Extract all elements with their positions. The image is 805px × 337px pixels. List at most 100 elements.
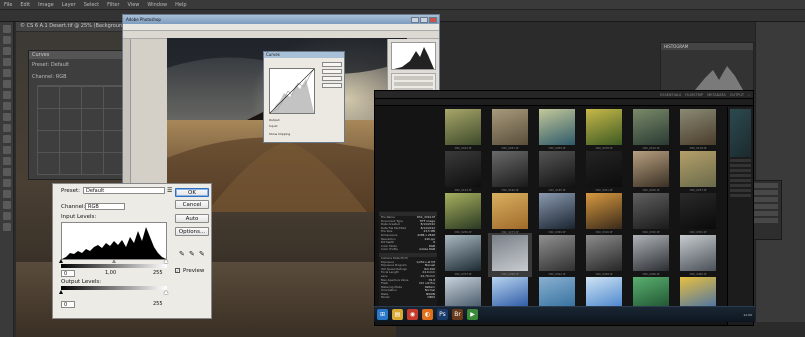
cs5-show-clipping[interactable]: Show Clipping	[269, 132, 290, 136]
gray-eyedropper-icon[interactable]: ✎	[189, 250, 195, 258]
thumbnail[interactable]: DSC_0201.tif	[582, 149, 626, 193]
media-icon[interactable]: ▶	[467, 309, 478, 320]
black-eyedropper-icon[interactable]: ✎	[179, 250, 185, 258]
cs5-curves-options-button[interactable]	[322, 83, 342, 88]
menu-edit[interactable]: Edit	[20, 2, 30, 8]
thumbnail[interactable]: DSC_0373.tif	[441, 233, 485, 277]
menu-select[interactable]: Select	[84, 2, 99, 8]
pen-tool-icon[interactable]	[2, 168, 11, 176]
chrome-icon[interactable]: ◉	[407, 309, 418, 320]
dodge-tool-icon[interactable]	[2, 157, 11, 165]
quick-select-tool-icon[interactable]	[2, 58, 11, 66]
keyword-row[interactable]	[730, 189, 751, 192]
keyword-row[interactable]	[730, 164, 751, 167]
menu-file[interactable]: File	[4, 2, 12, 8]
input-mid-field[interactable]: 1,00	[103, 270, 123, 277]
thumbnail[interactable]: DSC_0446.tif	[629, 233, 673, 277]
thumbnail[interactable]: DSC_0390.tif	[488, 233, 532, 277]
input-white-field[interactable]: 255	[151, 270, 167, 277]
shape-tool-icon[interactable]	[2, 201, 11, 209]
workspace-essentials[interactable]: ESSENTIALS	[660, 93, 681, 97]
menu-filter[interactable]: Filter	[107, 2, 119, 8]
thumbnail[interactable]: DSC_0332.tif	[629, 191, 673, 235]
menu-layer[interactable]: Layer	[62, 2, 76, 8]
gradient-tool-icon[interactable]	[2, 146, 11, 154]
search-icon[interactable]: ⌕	[748, 93, 750, 97]
keyword-row[interactable]	[730, 169, 751, 172]
adjustment-item[interactable]	[394, 76, 433, 80]
levels-options-button[interactable]: Options...	[175, 227, 209, 236]
output-white-slider[interactable]	[164, 290, 168, 294]
preset-options-icon[interactable]: ☰	[167, 187, 172, 194]
stamp-tool-icon[interactable]	[2, 113, 11, 121]
keyword-row[interactable]	[730, 174, 751, 177]
photoshop-icon[interactable]: Ps	[437, 309, 448, 320]
folder-icon[interactable]: ▤	[392, 309, 403, 320]
thumbnail[interactable]: DSC_0078.tif	[582, 107, 626, 151]
output-black-slider[interactable]	[59, 290, 63, 294]
thumbnail[interactable]: DSC_0259.tif	[441, 191, 485, 235]
thumbnail[interactable]: DSC_0012.tif	[441, 107, 485, 151]
eraser-tool-icon[interactable]	[2, 135, 11, 143]
bridge-icon[interactable]: Br	[452, 309, 463, 320]
levels-auto-button[interactable]: Auto	[175, 214, 209, 223]
thumbnail[interactable]: DSC_0160.tif	[488, 149, 532, 193]
input-gray-slider[interactable]	[112, 259, 116, 263]
cs6-preset-value[interactable]: Default	[51, 62, 69, 68]
cs6-channel-value[interactable]: RGB	[56, 74, 67, 80]
keyword-row[interactable]	[730, 184, 751, 187]
history-brush-icon[interactable]	[2, 124, 11, 132]
thumbnail[interactable]: DSC_0102.tif	[629, 107, 673, 151]
thumbnail[interactable]: DSC_0144.tif	[441, 149, 485, 193]
keyword-row[interactable]	[730, 179, 751, 182]
input-white-slider[interactable]	[164, 259, 168, 263]
menu-image[interactable]: Image	[38, 2, 54, 8]
thumbnail[interactable]: DSC_0185.tif	[535, 149, 579, 193]
cs5-curves-ok-button[interactable]	[322, 62, 342, 67]
workspace-metadata[interactable]: METADATA	[707, 93, 726, 97]
thumbnail[interactable]: DSC_0428.tif	[582, 233, 626, 277]
levels-preset-select[interactable]: Default	[83, 187, 165, 194]
levels-channel-select[interactable]: RGB	[85, 203, 125, 210]
keyword-row[interactable]	[730, 194, 751, 197]
thumbnail[interactable]: DSC_0055.tif	[535, 107, 579, 151]
lasso-tool-icon[interactable]	[2, 47, 11, 55]
output-white-field[interactable]: 255	[151, 301, 167, 308]
workspace-filmstrip[interactable]: FILMSTRIP	[685, 93, 703, 97]
type-tool-icon[interactable]	[2, 179, 11, 187]
adjustment-item[interactable]	[394, 82, 433, 86]
thumbnail[interactable]: DSC_0351.tif	[676, 191, 720, 235]
input-black-slider[interactable]	[59, 259, 63, 263]
thumbnail[interactable]: DSC_0412.tif	[535, 233, 579, 277]
white-eyedropper-icon[interactable]: ✎	[199, 250, 205, 258]
input-black-field[interactable]: 0	[61, 270, 75, 277]
zoom-tool-icon[interactable]	[2, 223, 11, 231]
healing-tool-icon[interactable]	[2, 91, 11, 99]
output-black-field[interactable]: 0	[61, 301, 75, 308]
thumbnail[interactable]: DSC_0465.tif	[676, 233, 720, 277]
cs5-curves-cancel-button[interactable]	[322, 69, 342, 74]
thumbnail[interactable]: DSC_0031.tif	[488, 107, 532, 151]
preview-checkbox[interactable]: ✓	[175, 268, 180, 273]
close-icon[interactable]	[429, 16, 437, 23]
levels-ok-button[interactable]: OK	[175, 188, 209, 197]
path-select-icon[interactable]	[2, 190, 11, 198]
thumbnail[interactable]: DSC_0220.tif	[629, 149, 673, 193]
windows-orb-icon[interactable]: ⊞	[377, 309, 388, 320]
cs5-curves-auto-button[interactable]	[322, 76, 342, 81]
keyword-row[interactable]	[730, 159, 751, 162]
levels-cancel-button[interactable]: Cancel	[175, 200, 209, 209]
crop-tool-icon[interactable]	[2, 69, 11, 77]
thumbnail[interactable]: DSC_0294.tif	[535, 191, 579, 235]
taskbar-clock[interactable]: 12:00	[743, 313, 755, 317]
thumbnail[interactable]: DSC_0237.tif	[676, 149, 720, 193]
thumbnail[interactable]: DSC_0273.tif	[488, 191, 532, 235]
thumbnail[interactable]: DSC_0310.tif	[582, 191, 626, 235]
firefox-icon[interactable]: ◐	[422, 309, 433, 320]
menu-window[interactable]: Window	[147, 2, 167, 8]
cs6-curves-grid[interactable]	[37, 85, 127, 175]
menu-help[interactable]: Help	[175, 2, 186, 8]
minimize-icon[interactable]	[411, 16, 419, 23]
workspace-output[interactable]: OUTPUT	[730, 93, 744, 97]
hand-tool-icon[interactable]	[2, 212, 11, 220]
